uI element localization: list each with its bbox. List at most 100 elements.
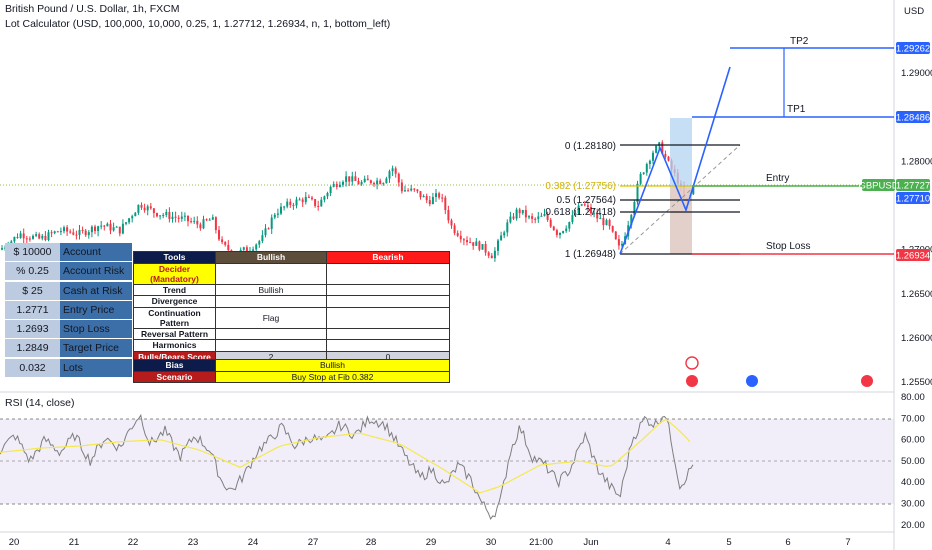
candle-body <box>664 153 667 157</box>
candle-body <box>484 244 487 253</box>
candle-body <box>559 232 561 235</box>
candle-body <box>497 240 499 251</box>
tools-cell: Reversal Pattern <box>133 327 216 340</box>
candle-body <box>224 242 227 245</box>
tools-table: Tools Bullish Bearish Decider (Mandatory… <box>133 251 450 363</box>
candle-body <box>53 231 56 234</box>
lot-row-entry: 1.2771 Entry Price <box>5 300 132 319</box>
candle-body <box>190 221 193 223</box>
candle-body <box>295 199 298 206</box>
candle-body <box>329 186 332 194</box>
tools-row: Decider (Mandatory) <box>133 262 450 285</box>
rsi-legend: RSI (14, close) <box>5 397 75 409</box>
time-tick: 23 <box>188 537 199 548</box>
candle-body <box>366 178 369 181</box>
candle-body <box>404 190 406 192</box>
candle-body <box>84 230 87 236</box>
candle-body <box>373 183 375 185</box>
stop-price-tag: 1.26934 <box>896 251 930 262</box>
candle-body <box>416 189 419 192</box>
us-flag-icon[interactable] <box>861 375 873 387</box>
time-tick: 21 <box>69 537 80 548</box>
candle-body <box>35 234 38 236</box>
candle-body <box>419 191 422 198</box>
candle-body <box>314 199 317 206</box>
candle-body <box>38 234 41 239</box>
tools-cell <box>326 295 450 308</box>
candle-body <box>441 197 444 199</box>
candle-body <box>28 238 31 240</box>
rsi-tick: 30.00 <box>901 499 925 510</box>
candle-body <box>608 220 611 227</box>
us-flag-icon[interactable] <box>746 375 758 387</box>
candle-body <box>369 180 372 184</box>
candle-body <box>174 216 177 218</box>
candle-body <box>614 231 617 240</box>
candle-body <box>196 220 199 225</box>
event-marker-icon[interactable] <box>685 356 699 370</box>
fib-label-1: 1 (1.26948) <box>565 249 616 260</box>
candle-body <box>348 176 351 182</box>
candle-body <box>32 235 34 239</box>
candle-body <box>469 242 472 244</box>
candle-body <box>379 180 382 185</box>
candle-body <box>131 216 134 219</box>
time-tick: 27 <box>308 537 319 548</box>
candle-body <box>515 209 518 219</box>
candle-body <box>44 235 47 241</box>
candle-body <box>422 196 425 198</box>
candle-body <box>645 164 648 173</box>
currency-label: USD <box>904 6 924 17</box>
tp2-price-tag: 1.29262 <box>896 44 930 55</box>
candle-body <box>19 233 22 238</box>
candle-body <box>47 232 50 241</box>
time-tick: 24 <box>248 537 259 548</box>
lot-value: 1.2693 <box>5 320 60 339</box>
rsi-tick: 20.00 <box>901 520 925 531</box>
candle-body <box>351 176 354 182</box>
tools-cell <box>215 339 327 352</box>
candle-body <box>391 168 394 172</box>
candle-body <box>438 193 441 198</box>
candle-body <box>320 199 323 207</box>
fib-label-0382: 0.382 (1.27756) <box>545 181 616 192</box>
lot-row-risk: % 0.25Account Risk % <box>5 262 132 295</box>
candle-body <box>552 226 555 231</box>
lot-label: Entry Price <box>60 300 132 319</box>
us-flag-icon[interactable] <box>686 375 698 387</box>
candle-body <box>500 235 503 241</box>
candle-body <box>100 225 103 227</box>
candle-body <box>56 231 59 233</box>
lot-row-target: 1.2849 Target Price <box>5 339 132 358</box>
candle-body <box>487 252 490 256</box>
time-tick: 5 <box>726 537 731 548</box>
candle-body <box>537 216 540 219</box>
tools-cell <box>326 327 450 340</box>
candle-body <box>475 241 478 246</box>
tp1-price-tag: 1.28486 <box>896 113 930 124</box>
lot-value: $ 10000 USD <box>5 243 60 276</box>
candle-body <box>261 235 264 242</box>
candle-body <box>528 216 530 218</box>
candle-body <box>211 217 214 220</box>
time-tick: 22 <box>128 537 139 548</box>
candle-body <box>115 226 118 228</box>
candle-body <box>354 176 357 181</box>
candle-body <box>450 220 453 226</box>
candle-body <box>298 199 301 201</box>
candle-body <box>146 206 149 211</box>
candle-body <box>1 248 3 250</box>
candle-body <box>667 156 670 161</box>
candle-body <box>639 173 642 184</box>
candle-body <box>134 212 137 217</box>
candle-body <box>462 239 465 241</box>
candle-body <box>214 217 217 230</box>
candle-body <box>363 178 366 183</box>
lot-calculator-panel: $ 10000 USDAccount Balance % 0.25Account… <box>5 243 132 378</box>
candle-body <box>531 216 534 219</box>
candle-body <box>242 247 245 250</box>
time-tick: 28 <box>366 537 377 548</box>
lot-value: % 0.25 <box>5 262 60 281</box>
time-tick: 7 <box>845 537 850 548</box>
candle-body <box>617 239 620 246</box>
